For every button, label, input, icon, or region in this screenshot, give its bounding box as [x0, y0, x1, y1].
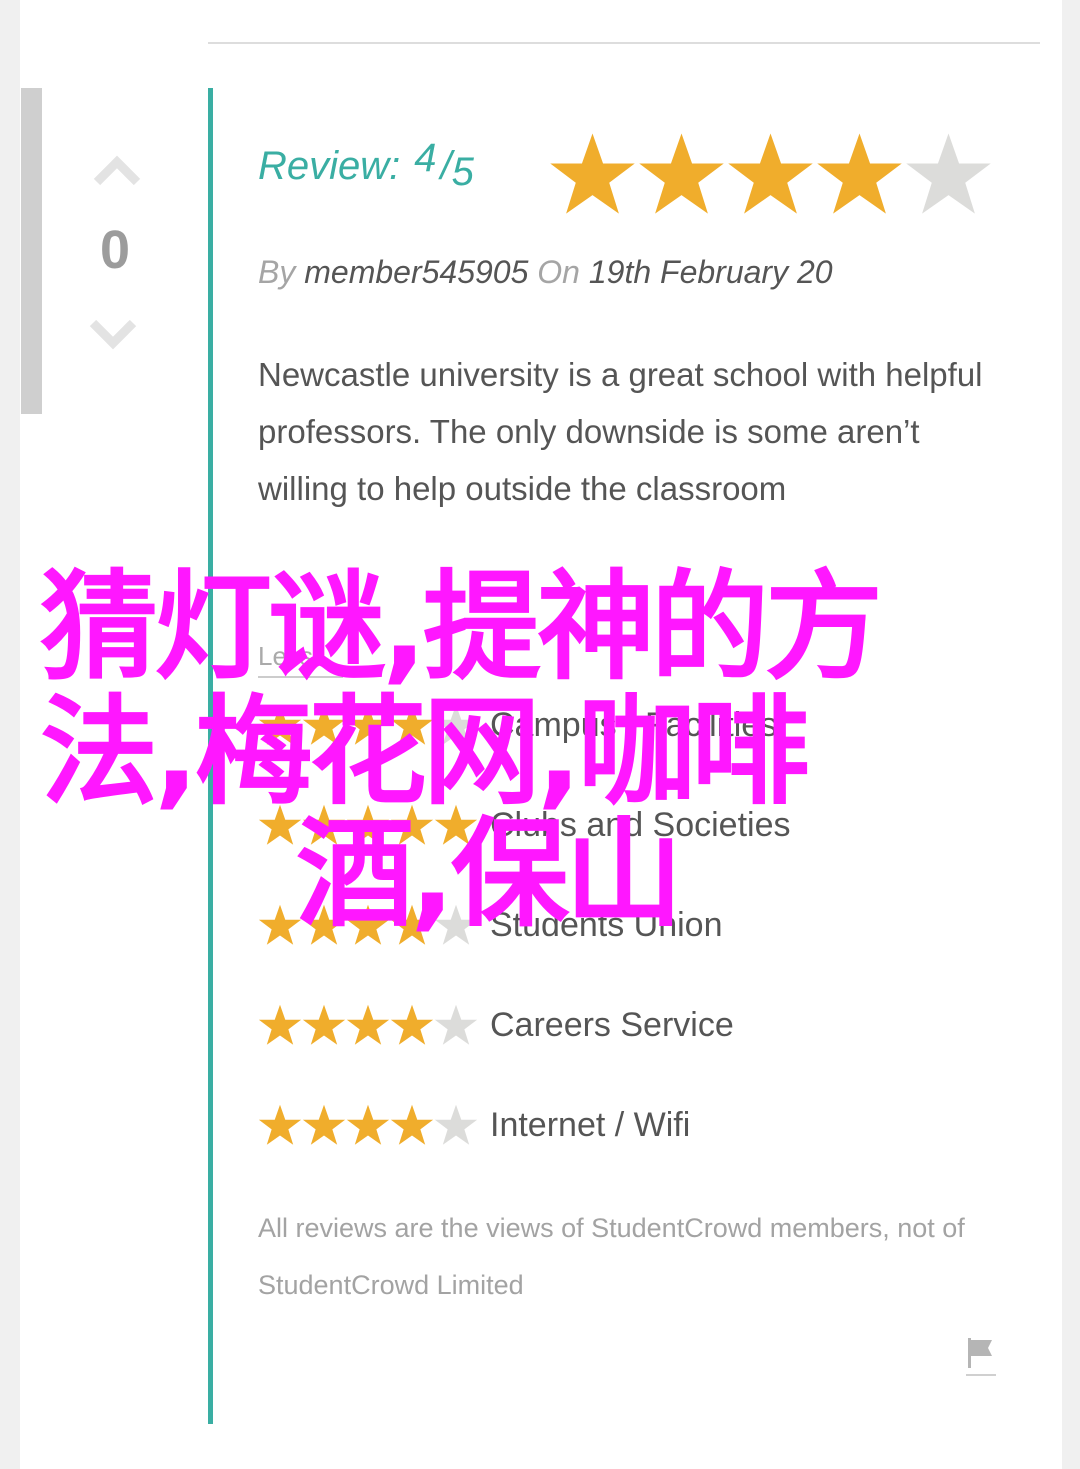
- star-filled-icon: [390, 1104, 434, 1145]
- review-author[interactable]: member545905: [304, 254, 528, 290]
- category-label: Careers Service: [490, 1005, 734, 1044]
- star-filled-icon: [817, 133, 902, 214]
- category-rating-row: Careers Service: [258, 995, 734, 1055]
- review-date: 19th February 20: [588, 254, 833, 290]
- star-filled-icon: [346, 1104, 390, 1145]
- disclaimer: All reviews are the views of StudentCrow…: [258, 1213, 965, 1300]
- overlay-text-line-2: 法,梅花网,咖啡: [40, 683, 810, 821]
- vote-bar: [21, 88, 42, 414]
- review-meta: By member545905 On 19th February 20: [258, 248, 833, 296]
- category-star-rating: [258, 1103, 480, 1147]
- overlay-text-line-3: 酒,保山: [296, 805, 683, 943]
- star-filled-icon: [390, 1004, 434, 1045]
- review-score-heading: Review: 4/5: [258, 136, 474, 194]
- star-filled-icon: [639, 133, 724, 214]
- divider: [208, 42, 1040, 44]
- report-button[interactable]: [966, 1336, 996, 1378]
- star-filled-icon: [550, 133, 635, 214]
- star-filled-icon: [258, 1104, 302, 1145]
- vote-count: 0: [99, 220, 131, 280]
- by-label: By: [258, 254, 296, 290]
- downvote-button[interactable]: [88, 315, 138, 355]
- overall-star-rating: [548, 130, 993, 218]
- chevron-up-icon: [93, 155, 141, 186]
- review-body: Newcastle university is a great school w…: [258, 356, 983, 507]
- category-label: Internet / Wifi: [490, 1105, 691, 1144]
- review-score-separator: /: [440, 144, 452, 188]
- category-star-rating: [258, 1003, 480, 1047]
- star-filled-icon: [346, 1004, 390, 1045]
- flag-icon: [966, 1338, 996, 1376]
- review-score: 4: [414, 136, 437, 180]
- on-label: On: [537, 254, 580, 290]
- star-empty-icon: [906, 133, 991, 214]
- category-rating-row: Internet / Wifi: [258, 1095, 690, 1155]
- upvote-button[interactable]: [92, 150, 142, 190]
- overlay-text-line-1: 猜灯谜,提神的方: [40, 558, 883, 696]
- review-score-max: 5: [451, 150, 474, 194]
- star-filled-icon: [302, 1004, 346, 1045]
- star-empty-icon: [434, 1004, 478, 1045]
- star-filled-icon: [302, 1104, 346, 1145]
- star-filled-icon: [258, 1004, 302, 1045]
- chevron-down-icon: [89, 319, 137, 350]
- review-label: Review:: [258, 144, 401, 188]
- star-empty-icon: [434, 1104, 478, 1145]
- star-filled-icon: [728, 133, 813, 214]
